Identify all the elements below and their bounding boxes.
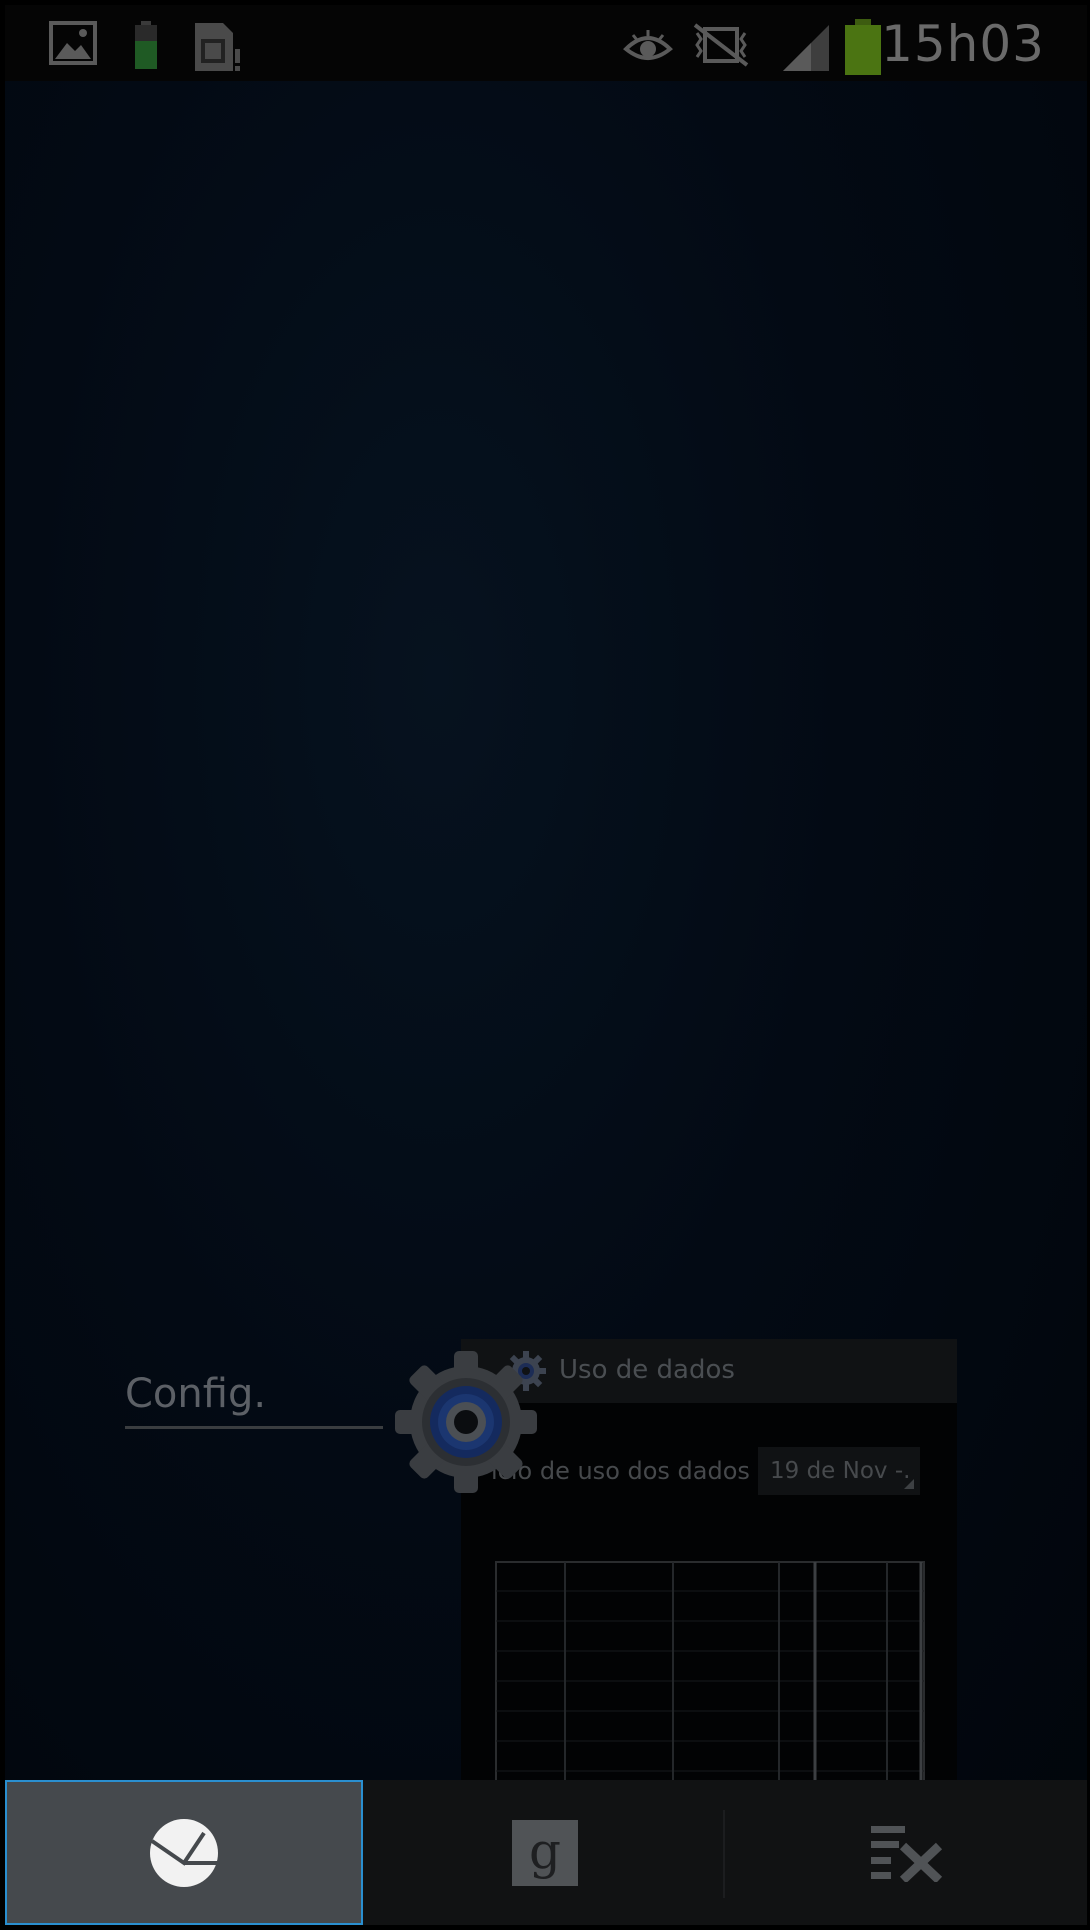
data-usage-chart — [495, 1561, 925, 1785]
label-divider — [125, 1426, 383, 1429]
recent-app-label: Config. — [125, 1371, 267, 1417]
thumbnail-title: Uso de dados — [559, 1355, 735, 1385]
bottom-bar: g — [5, 1780, 1087, 1925]
data-cycle-select: 19 de Nov -. — [758, 1447, 920, 1495]
svg-text:g: g — [529, 1822, 561, 1880]
google-search-button[interactable]: g — [365, 1780, 725, 1925]
google-icon: g — [512, 1819, 578, 1886]
clear-all-button[interactable] — [727, 1780, 1087, 1925]
task-manager-button[interactable] — [5, 1780, 363, 1925]
recent-app-card[interactable]: Config. Uso de dados iclo de uso dos dad… — [5, 5, 1087, 1785]
clear-list-icon — [871, 1825, 943, 1882]
bottom-bar-divider — [723, 1810, 725, 1898]
screen: 15h03 Config. Uso de dados iclo de uso d… — [5, 5, 1087, 1925]
pie-chart-icon — [150, 1818, 218, 1887]
settings-gear-icon — [395, 1351, 537, 1493]
